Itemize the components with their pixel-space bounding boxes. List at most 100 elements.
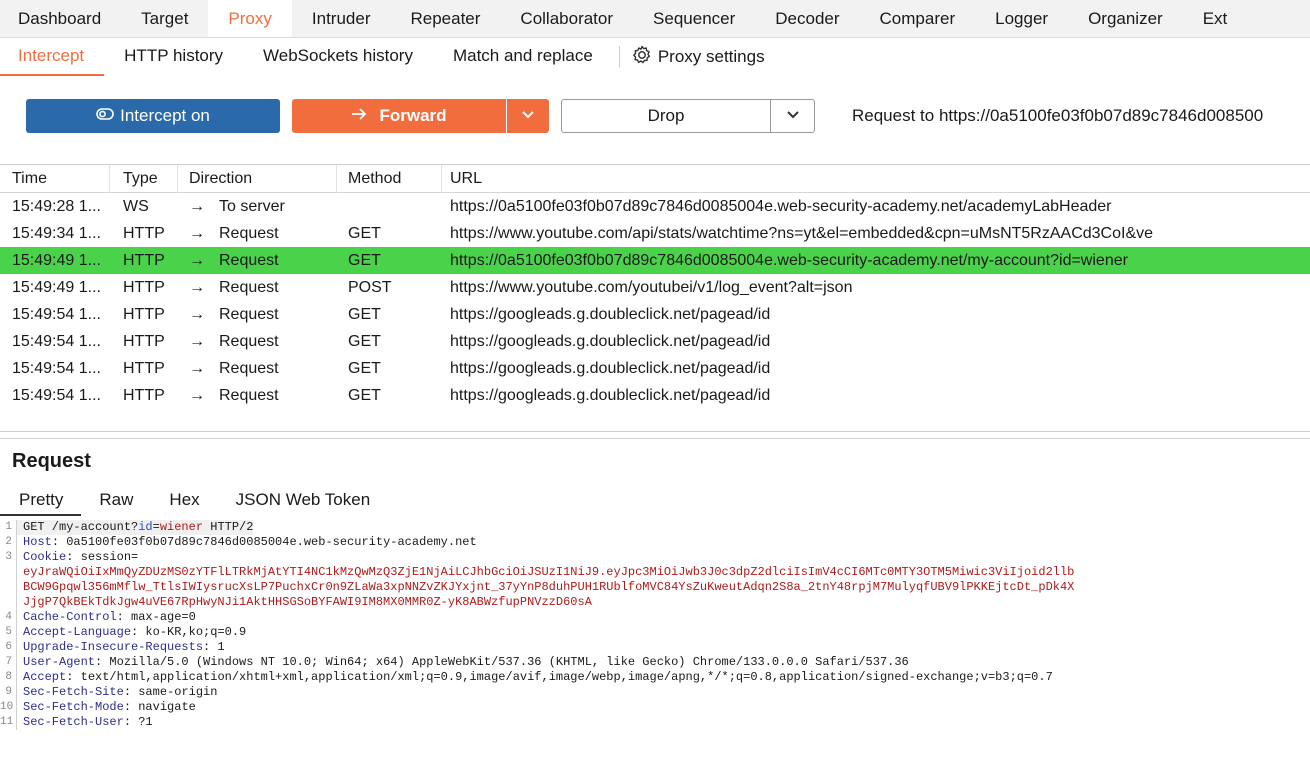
intercept-toolbar: Intercept on Forward Drop Request to htt… [0, 76, 1310, 164]
direction-label: Request [219, 332, 279, 350]
code-token: BCW9Gpqwl356mMflw_TtlsIWIysrucXsLP7Puchx… [23, 580, 1075, 594]
top-tab-organizer[interactable]: Organizer [1068, 0, 1183, 37]
code-token: id [138, 520, 153, 534]
intercept-queue-table: Time Type Direction Method URL 15:49:28 … [0, 164, 1310, 430]
subtab-match-and-replace[interactable]: Match and replace [433, 38, 613, 76]
drop-button[interactable]: Drop [561, 99, 771, 133]
table-body: 15:49:28 1... WS → To server https://0a5100f… [0, 193, 1310, 409]
direction-label: Request [219, 359, 279, 377]
intercept-toggle-button[interactable]: Intercept on [26, 99, 280, 133]
request-view-tabs: Pretty Raw Hex JSON Web Token [0, 486, 1310, 516]
code-text: GET /my-account?id=wiener HTTP/2 [16, 520, 254, 535]
subtab-http-history[interactable]: HTTP history [104, 38, 243, 76]
col-header-type[interactable]: Type [110, 165, 178, 193]
code-token: : max-age=0 [116, 610, 196, 624]
cell-type: HTTP [123, 332, 165, 350]
code-token: Accept [23, 670, 67, 684]
line-number: 11 [0, 716, 14, 728]
arrow-right-icon [351, 106, 367, 126]
proxy-settings-button[interactable]: Proxy settings [632, 45, 765, 70]
table-row[interactable]: 15:49:54 1... HTTP → Request GET https://goog… [0, 328, 1310, 355]
arrow-right-icon: → [189, 305, 205, 323]
tab-raw[interactable]: Raw [81, 486, 151, 516]
forward-button[interactable]: Forward [292, 99, 506, 133]
code-text: Cache-Control: max-age=0 [16, 610, 196, 625]
top-tab-ext[interactable]: Ext [1183, 0, 1248, 37]
code-text: Sec-Fetch-User: ?1 [16, 715, 153, 730]
top-tab-logger[interactable]: Logger [975, 0, 1068, 37]
code-token: Cookie [23, 550, 67, 564]
code-token: HTTP/2 [203, 520, 254, 534]
top-tab-decoder[interactable]: Decoder [755, 0, 859, 37]
top-tab-proxy[interactable]: Proxy [208, 0, 292, 37]
code-text: Host: 0a5100fe03f0b07d89c7846d0085004e.w… [16, 535, 477, 550]
cell-type: HTTP [123, 278, 165, 296]
top-tab-comparer[interactable]: Comparer [860, 0, 976, 37]
direction-label: To server [219, 197, 285, 215]
top-tab-dashboard[interactable]: Dashboard [0, 0, 121, 37]
cell-url: https://0a5100fe03f0b07d89c7846d0085004e… [450, 251, 1128, 269]
direction-label: Request [219, 305, 279, 323]
direction-label: Request [219, 386, 279, 404]
code-line: 2 Host: 0a5100fe03f0b07d89c7846d0085004e.… [0, 535, 1310, 550]
table-row[interactable]: 15:49:54 1... HTTP → Request GET https://goog… [0, 355, 1310, 382]
table-row[interactable]: 15:49:54 1... HTTP → Request GET https://goog… [0, 382, 1310, 409]
cell-type: HTTP [123, 305, 165, 323]
top-tab-repeater[interactable]: Repeater [390, 0, 500, 37]
table-row[interactable]: 15:49:28 1... WS → To server https://0a5100f… [0, 193, 1310, 220]
arrow-right-icon: → [189, 278, 205, 296]
top-tab-intruder[interactable]: Intruder [292, 0, 391, 37]
tab-pretty[interactable]: Pretty [0, 486, 82, 516]
cell-time: 15:49:54 1... [12, 386, 101, 404]
top-tab-target[interactable]: Target [121, 0, 208, 37]
code-text: eyJraWQiOiIxMmQyZDUzMS0zYTFlLTRkMjAtYTI4… [16, 565, 1074, 580]
request-editor[interactable]: 1 GET /my-account?id=wiener HTTP/2 2 Host: … [0, 520, 1310, 768]
tab-json-web-token[interactable]: JSON Web Token [218, 486, 389, 516]
cell-url: https://googleads.g.doubleclick.net/page… [450, 386, 771, 404]
top-nav: Dashboard Target Proxy Intruder Repeater Coll… [0, 0, 1310, 38]
cell-type: HTTP [123, 251, 165, 269]
col-header-url[interactable]: URL [442, 165, 1310, 193]
forward-label: Forward [379, 106, 447, 125]
line-number: 10 [0, 701, 14, 713]
code-text: Cookie: session= [16, 550, 138, 565]
toggle-eye-icon [96, 106, 114, 126]
code-token: : same-origin [123, 685, 218, 699]
tab-hex[interactable]: Hex [151, 486, 217, 516]
drop-options-button[interactable] [770, 99, 815, 133]
code-token: : 0a5100fe03f0b07d89c7846d0085004e.web-s… [51, 535, 477, 549]
direction-label: Request [219, 251, 279, 269]
col-header-direction[interactable]: Direction [178, 165, 337, 193]
top-tab-sequencer[interactable]: Sequencer [633, 0, 755, 37]
forward-options-button[interactable] [507, 99, 549, 133]
code-line: 7 User-Agent: Mozilla/5.0 (Windows NT 10.… [0, 655, 1310, 670]
code-token: : text/html,application/xhtml+xml,applic… [66, 670, 1053, 684]
cell-time: 15:49:34 1... [12, 224, 101, 242]
arrow-right-icon: → [189, 386, 205, 404]
table-row[interactable]: 15:49:54 1... HTTP → Request GET https://goog… [0, 301, 1310, 328]
direction-label: Request [219, 278, 279, 296]
code-text: Upgrade-Insecure-Requests: 1 [16, 640, 225, 655]
cell-direction: → Request [178, 279, 337, 297]
cell-type: WS [123, 197, 149, 215]
pane-splitter[interactable] [0, 431, 1310, 439]
code-token: Sec-Fetch-User [23, 715, 124, 729]
col-header-time[interactable]: Time [0, 165, 110, 193]
code-token: Cache-Control [23, 610, 117, 624]
code-text: BCW9Gpqwl356mMflw_TtlsIWIysrucXsLP7Puchx… [16, 580, 1074, 595]
top-tab-collaborator[interactable]: Collaborator [500, 0, 633, 37]
subtab-intercept[interactable]: Intercept [0, 38, 105, 76]
line-number [0, 565, 12, 580]
subtab-websockets-history[interactable]: WebSockets history [243, 38, 433, 76]
cell-url: https://0a5100fe03f0b07d89c7846d0085004e… [450, 197, 1112, 215]
cell-url: https://googleads.g.doubleclick.net/page… [450, 332, 771, 350]
code-token: : session= [66, 550, 139, 564]
cell-method: POST [348, 278, 392, 296]
table-row[interactable]: 15:49:49 1... HTTP → Request GET https://0a51… [0, 247, 1310, 274]
col-header-method[interactable]: Method [337, 165, 442, 193]
table-row[interactable]: 15:49:34 1... HTTP → Request GET https://www.… [0, 220, 1310, 247]
cell-url: https://googleads.g.doubleclick.net/page… [450, 359, 771, 377]
code-line: 3 Cookie: session= [0, 550, 1310, 565]
table-row[interactable]: 15:49:49 1... HTTP → Request POST https://www… [0, 274, 1310, 301]
cell-direction: → Request [178, 306, 337, 324]
